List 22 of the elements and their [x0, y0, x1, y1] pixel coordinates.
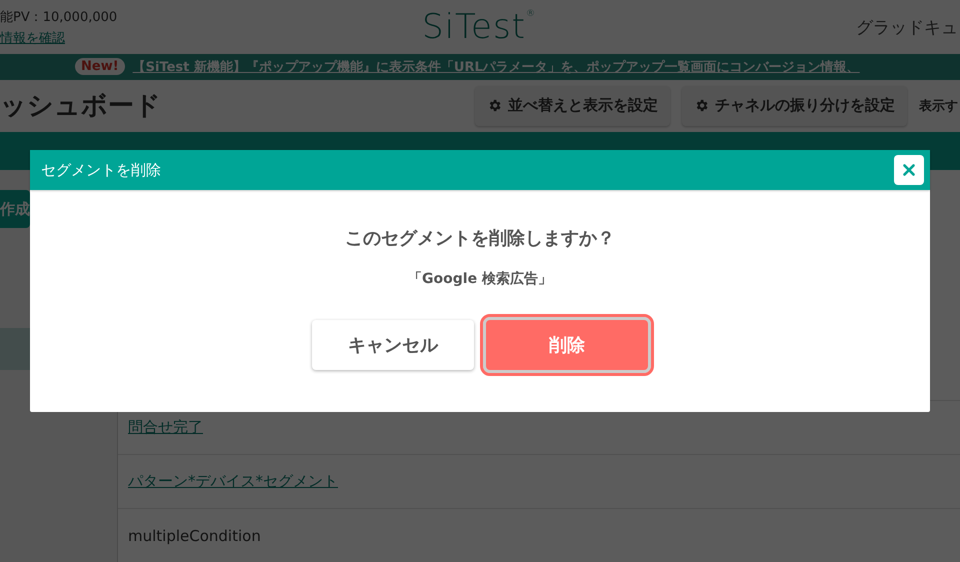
page-title: ッシュボード: [0, 90, 161, 124]
settings-button[interactable]: 並べ替えと表示を設定: [475, 86, 670, 126]
gear-icon: [694, 98, 709, 114]
delete-button[interactable]: 削除: [486, 320, 648, 370]
segment-name: 「Google 検索広告」: [408, 270, 552, 288]
segment-link[interactable]: 問合せ完了: [128, 418, 203, 437]
display-label: 表示す: [919, 98, 958, 115]
segment-link[interactable]: パターン*デバイス*セグメント: [128, 472, 338, 491]
dialog-title: セグメントを削除: [41, 160, 161, 180]
close-icon: [900, 161, 918, 179]
gear-icon: [487, 98, 502, 114]
new-badge: New!: [75, 58, 125, 76]
segment-name: multipleCondition: [128, 526, 261, 544]
close-button[interactable]: [894, 155, 924, 185]
pv-count: 能PV：10,000,000: [0, 8, 118, 26]
settings-button[interactable]: チャネルの振り分けを設定: [682, 86, 907, 126]
user-name: グラッドキュ: [854, 16, 958, 39]
confirm-question: このセグメントを削除しますか？: [345, 227, 615, 250]
cancel-button[interactable]: キャンセル: [312, 320, 474, 370]
info-link[interactable]: 情報を確認: [0, 28, 300, 47]
notice-link[interactable]: 【SiTest 新機能】『ポップアップ機能』に表示条件「URLパラメータ」を、ポップアップ一覧画面にコンバージョン情報、: [132, 58, 860, 76]
logo: SiTest®: [422, 7, 536, 48]
